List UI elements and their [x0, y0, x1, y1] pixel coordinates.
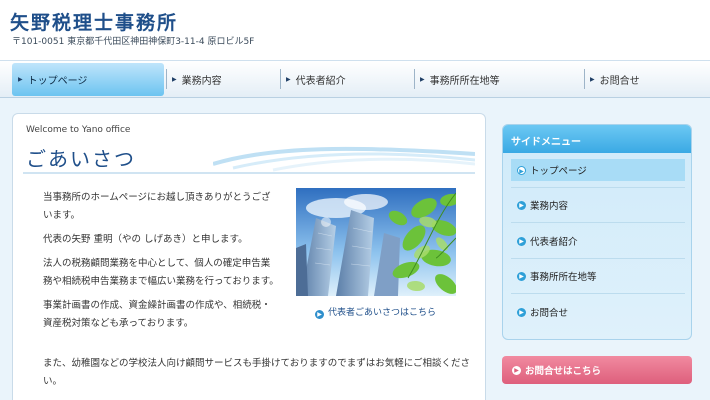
greeting-body: 当事務所のホームページにお越し頂きありがとうございます。 代表の矢野 重明（やの… [43, 189, 279, 339]
nav-item-contact[interactable]: ▶ お問合せ [588, 63, 698, 96]
triangle-right-icon: ▶ [420, 76, 425, 83]
main-content: Welcome to Yano office ごあいさつ 当事務所のホームページ… [12, 113, 486, 400]
title-divider [23, 172, 475, 174]
global-nav: ▶ トップページ ▶ 業務内容 ▶ 代表者紹介 ▶ 事務所所在地等 ▶ お問合せ [0, 60, 710, 98]
chevron-right-icon: ▶ [517, 200, 526, 210]
sidebar-item-label: 事務所所在地等 [530, 272, 597, 283]
chevron-right-icon: ▶ [517, 307, 526, 317]
sidebar-divider [511, 222, 685, 223]
sidebar-menu: サイドメニュー ▶ トップページ ▶ 業務内容 ▶ 代表者紹介 ▶ 事務所所在地… [502, 124, 692, 340]
chevron-right-icon: ▶ [517, 271, 526, 281]
site-title[interactable]: 矢野税理士事務所 [10, 8, 178, 35]
triangle-right-icon: ▶ [286, 76, 291, 83]
sidebar-item-contact[interactable]: ▶ お問合せ [511, 301, 685, 323]
chevron-right-icon: ▶ [315, 310, 324, 319]
site-header: 矢野税理士事務所 〒101-0051 東京都千代田区神田神保町3-11-4 原ロ… [0, 0, 710, 60]
nav-divider [584, 69, 585, 89]
paragraph: 代表の矢野 重明（やの しげあき）と申します。 [43, 234, 248, 245]
paragraph: 法人の税務顧問業務を中心として、個人の確定申告業務や相続税申告業務まで幅広い業務… [43, 258, 279, 287]
contact-button-label: お問合せはこちら [525, 366, 602, 377]
greeting-body-wide: また、幼稚園などの学校法人向け顧問サービスも手掛けておりますのでまずはお気軽にご… [43, 355, 473, 391]
sidebar-item-label: お問合せ [530, 308, 569, 319]
nav-item-label: お問合せ [599, 76, 640, 87]
nav-item-representative[interactable]: ▶ 代表者紹介 [284, 63, 410, 96]
nav-divider [280, 69, 281, 89]
sidebar-item-label: 代表者紹介 [530, 237, 578, 248]
sidebar-divider [511, 293, 685, 294]
nav-item-services[interactable]: ▶ 業務内容 [170, 63, 276, 96]
swoosh-decoration [213, 146, 475, 172]
triangle-right-icon: ▶ [172, 76, 177, 83]
representative-greeting-link[interactable]: ▶ 代表者ごあいさつはこちら [315, 305, 436, 319]
chevron-right-icon: ▶ [517, 236, 526, 246]
triangle-right-icon: ▶ [590, 76, 595, 83]
nav-item-label: 代表者紹介 [295, 76, 346, 87]
chevron-right-icon: ▶ [512, 365, 521, 375]
sidebar-item-services[interactable]: ▶ 業務内容 [511, 194, 685, 216]
sidebar-item-label: 業務内容 [530, 201, 569, 212]
sidebar-item-top[interactable]: ▶ トップページ [511, 159, 685, 181]
nav-item-label: トップページ [27, 76, 88, 87]
sidebar-divider [511, 187, 685, 188]
welcome-text: Welcome to Yano office [26, 125, 131, 135]
sidebar-item-label: トップページ [530, 166, 587, 177]
site-address: 〒101-0051 東京都千代田区神田神保町3-11-4 原ロビル5F [12, 37, 255, 47]
paragraph: 事業計画書の作成、資金繰計画書の作成や、相続税・資産税対策なども承っております。 [43, 300, 271, 329]
nav-item-top[interactable]: ▶ トップページ [12, 63, 164, 96]
photo-link-label: 代表者ごあいさつはこちら [328, 308, 437, 318]
paragraph: 当事務所のホームページにお越し頂きありがとうございます。 [43, 192, 271, 221]
chevron-right-icon: ▶ [517, 165, 526, 175]
page-title: ごあいさつ [26, 147, 136, 171]
triangle-right-icon: ▶ [18, 76, 23, 83]
nav-item-label: 事務所所在地等 [429, 76, 500, 87]
paragraph: また、幼稚園などの学校法人向け顧問サービスも手掛けておりますのでまずはお気軽にご… [43, 358, 471, 387]
sidebar-item-location[interactable]: ▶ 事務所所在地等 [511, 265, 685, 287]
nav-divider [166, 69, 167, 89]
nav-item-label: 業務内容 [181, 76, 222, 87]
sidebar-divider [511, 258, 685, 259]
sidebar-title: サイドメニュー [503, 125, 691, 153]
office-building-photo [296, 188, 456, 296]
contact-button[interactable]: ▶ お問合せはこちら [502, 356, 692, 384]
sidebar-item-representative[interactable]: ▶ 代表者紹介 [511, 230, 685, 252]
nav-divider [414, 69, 415, 89]
nav-item-location[interactable]: ▶ 事務所所在地等 [418, 63, 578, 96]
